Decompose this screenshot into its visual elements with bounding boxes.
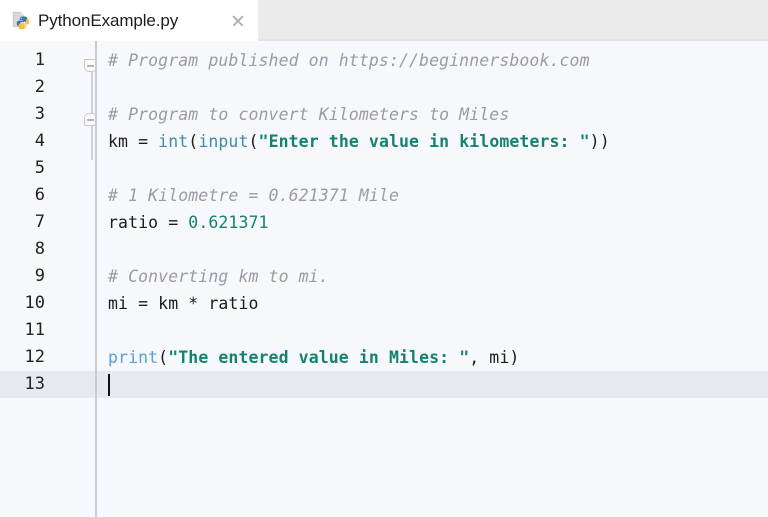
code-line[interactable]: print("The entered value in Miles: ", mi… <box>97 344 768 371</box>
tab-label: PythonExample.py <box>38 11 179 30</box>
code-string: "The entered value in Miles: " <box>168 348 470 367</box>
code-builtin-int: int <box>158 132 189 151</box>
code-line[interactable]: mi = km * ratio <box>97 290 768 317</box>
code-line-current[interactable] <box>97 371 768 398</box>
code-line[interactable]: # Converting km to mi. <box>97 263 768 290</box>
code-line[interactable]: # Program published on https://beginners… <box>97 47 768 74</box>
code-punctuation: , mi) <box>469 348 520 367</box>
code-line[interactable] <box>97 74 768 101</box>
line-number[interactable]: 6 <box>0 182 97 209</box>
editor-body: 1 2 3 4 5 6 7 8 9 10 11 12 13 # Program … <box>0 41 768 517</box>
editor-tab-bar: PythonExample.py <box>0 0 768 41</box>
line-number[interactable]: 8 <box>0 236 97 263</box>
code-line[interactable]: # Program to convert Kilometers to Miles <box>97 101 768 128</box>
line-number[interactable]: 5 <box>0 155 97 182</box>
code-comment: # Program published on https://beginners… <box>108 51 590 70</box>
code-line-list: # Program published on https://beginners… <box>97 47 768 398</box>
code-comment: # Program to convert Kilometers to Miles <box>108 105 510 124</box>
line-number[interactable]: 12 <box>0 344 97 371</box>
code-punctuation: ( <box>248 132 259 151</box>
code-line[interactable]: km = int(input("Enter the value in kilom… <box>97 128 768 155</box>
line-number-gutter: 1 2 3 4 5 6 7 8 9 10 11 12 13 <box>0 41 97 517</box>
code-expression: mi = km * ratio <box>108 294 259 313</box>
code-identifier: ratio = <box>108 213 189 232</box>
code-number: 0.621371 <box>188 213 269 232</box>
line-number[interactable]: 1 <box>0 47 97 74</box>
code-line[interactable]: # 1 Kilometre = 0.621371 Mile <box>97 182 768 209</box>
line-number[interactable]: 7 <box>0 209 97 236</box>
code-string: "Enter the value in kilometers: " <box>258 132 590 151</box>
code-builtin-print: print <box>108 348 159 367</box>
code-punctuation: )) <box>589 132 610 151</box>
text-cursor <box>108 374 110 396</box>
code-punctuation: ( <box>188 132 199 151</box>
code-punctuation: ( <box>158 348 169 367</box>
line-number-current[interactable]: 13 <box>0 371 97 398</box>
line-number[interactable]: 10 <box>0 290 97 317</box>
line-number[interactable]: 4 <box>0 128 97 155</box>
code-editor-window: PythonExample.py 1 2 3 4 5 6 7 8 9 10 11… <box>0 0 768 517</box>
tab-pythonexample-py[interactable]: PythonExample.py <box>0 0 258 41</box>
python-file-icon <box>11 11 31 31</box>
line-number[interactable]: 3 <box>0 101 97 128</box>
code-line[interactable] <box>97 155 768 182</box>
close-icon[interactable] <box>230 13 246 29</box>
code-comment: # 1 Kilometre = 0.621371 Mile <box>108 186 399 205</box>
code-line[interactable] <box>97 236 768 263</box>
line-number[interactable]: 9 <box>0 263 97 290</box>
code-area[interactable]: # Program published on https://beginners… <box>97 47 768 517</box>
code-comment: # Converting km to mi. <box>108 267 329 286</box>
line-number-list: 1 2 3 4 5 6 7 8 9 10 11 12 13 <box>0 47 97 398</box>
code-line[interactable]: ratio = 0.621371 <box>97 209 768 236</box>
line-number[interactable]: 11 <box>0 317 97 344</box>
code-line[interactable] <box>97 317 768 344</box>
code-builtin-input: input <box>198 132 249 151</box>
line-number[interactable]: 2 <box>0 74 97 101</box>
code-identifier: km = <box>108 132 159 151</box>
